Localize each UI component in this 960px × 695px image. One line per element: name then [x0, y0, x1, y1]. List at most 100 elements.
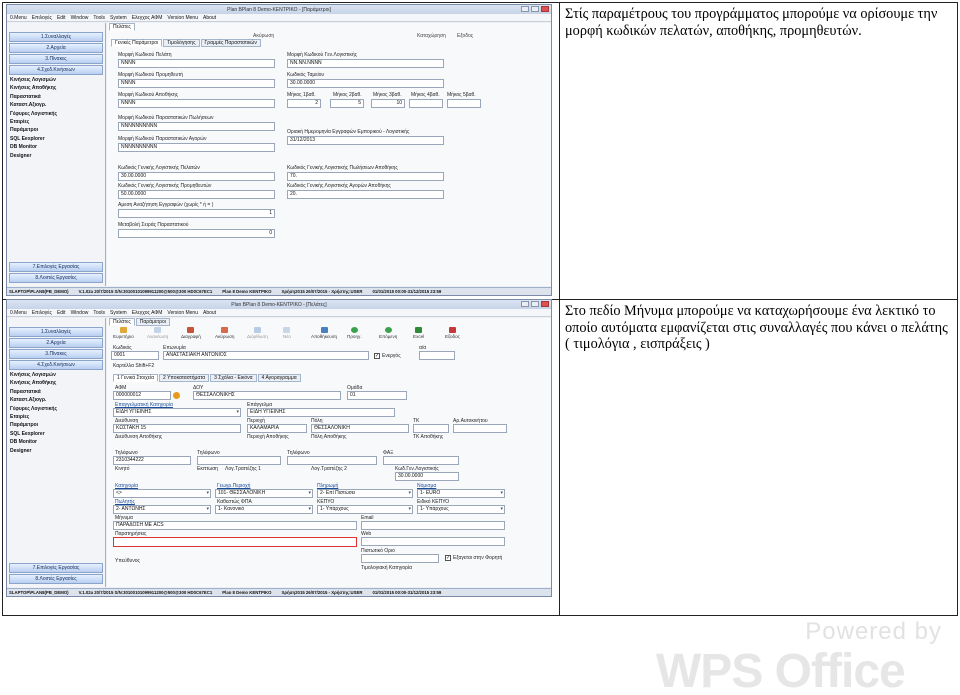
nav-other[interactable]: 8.Λοιπές Εργασίες: [9, 574, 103, 584]
sidebar-item[interactable]: SQL Eexplorer: [7, 135, 105, 143]
payment-select[interactable]: 2- Επί Πιστώσει: [317, 489, 413, 498]
nav-tables[interactable]: 3.Πίνακες: [9, 349, 103, 359]
gl-supplier-field[interactable]: 50.00.0000: [118, 190, 275, 199]
next-button[interactable]: Επόμενη: [379, 327, 397, 339]
gl-code-field[interactable]: 30.00.0000: [395, 472, 459, 481]
sidebar-item[interactable]: Καταστ.Αξιογρ.: [7, 101, 105, 109]
tab-customers[interactable]: Πελάτες: [109, 318, 135, 326]
plate-field[interactable]: [453, 424, 507, 433]
sidebar-item[interactable]: Γέφυρες Λογιστικής: [7, 405, 105, 413]
cancel-button[interactable]: Ακύρωση: [215, 327, 234, 339]
afm-check-icon[interactable]: [173, 392, 180, 399]
tab-doc-lines[interactable]: Γραμμές Παραστατικών: [200, 39, 261, 47]
sidebar-item[interactable]: DB Monitor: [7, 438, 105, 446]
active-checkbox[interactable]: ✓: [374, 353, 380, 359]
sidebar-item[interactable]: Παράμετροι: [7, 421, 105, 429]
maximize-button[interactable]: [531, 6, 539, 12]
doy-field[interactable]: ΘΕΣΣΑΛΟΝΙΚΗΣ: [193, 391, 341, 400]
profession-field[interactable]: ΕΙΔΗ ΥΓΙΕΙΝΗΣ: [247, 408, 395, 417]
nav-transactions[interactable]: 1.Συναλλαγές: [9, 32, 103, 42]
menu-item[interactable]: Version Menu: [167, 15, 198, 21]
excel-button[interactable]: Excel: [413, 327, 424, 339]
code-field[interactable]: 0001: [111, 351, 159, 360]
sidebar-item[interactable]: Κινήσεις Λογισμών: [7, 371, 105, 379]
afm-field[interactable]: 000000012: [113, 391, 171, 400]
currency-select[interactable]: 1- EURO: [417, 489, 505, 498]
menu-item[interactable]: Edit: [57, 310, 66, 316]
index-button[interactable]: Ευρετήριο: [113, 327, 134, 339]
len1-field[interactable]: 2: [287, 99, 321, 108]
purchase-doc-code-format-field[interactable]: NNNNNNNNNN: [118, 143, 275, 152]
supplier-code-format-field[interactable]: NNNN: [118, 79, 275, 88]
menu-item[interactable]: 0.Menu: [10, 310, 27, 316]
sidebar-item[interactable]: Designer: [7, 152, 105, 160]
address-field[interactable]: ΚΩΣΤΑΚΗ 15: [113, 424, 241, 433]
tab-customers[interactable]: Πελάτες: [109, 23, 135, 31]
remarks-field[interactable]: [113, 537, 357, 547]
minimize-button[interactable]: [521, 301, 529, 307]
len5-field[interactable]: [447, 99, 481, 108]
zip-field[interactable]: [413, 424, 449, 433]
nav-movement-design[interactable]: 4.Σχεδ.Κινήσεων: [9, 360, 103, 370]
sidebar-item[interactable]: Κινήσεις Λογισμών: [7, 76, 105, 84]
menu-item[interactable]: Edit: [57, 15, 66, 21]
fax-field[interactable]: [383, 456, 459, 465]
edit-button[interactable]: Διόρθωση: [247, 327, 268, 339]
menu-item[interactable]: Tools: [93, 310, 105, 316]
menu-item[interactable]: System: [110, 310, 127, 316]
nav-options[interactable]: 7.Επιλογές Εργασίας: [9, 563, 103, 573]
geo-area-select[interactable]: 101- ΘΕΣΣΑΛΟΝΙΚΗ: [215, 489, 313, 498]
cash-code-field[interactable]: 30.00.0000: [287, 79, 444, 88]
refresh-button[interactable]: Ανανέωση: [147, 327, 168, 339]
sidebar-item[interactable]: Κινήσεις Αποθήκης: [7, 84, 105, 92]
menu-item[interactable]: Ελεγχος ΑΦΜ: [132, 310, 163, 316]
aa-field[interactable]: [419, 351, 455, 360]
phone2-field[interactable]: [197, 456, 281, 465]
message-field[interactable]: ΠΑΡΑΔΟΣΗ ΜΕ ACS: [113, 521, 357, 530]
menu-item[interactable]: About: [203, 15, 216, 21]
cost-center-select[interactable]: 1- Υπάρχους: [317, 505, 413, 514]
sidebar-item[interactable]: Εταιρίες: [7, 118, 105, 126]
name-field[interactable]: ΑΝΑΣΤΑΣΙΑΚΗ ΑΝΤΩΝΙΟΣ: [163, 351, 369, 360]
sales-doc-code-format-field[interactable]: NNNNNNNNNN: [118, 122, 275, 131]
sidebar-item[interactable]: Παραστατικά: [7, 388, 105, 396]
tab-branches[interactable]: 2 Υποκαταστήματα: [159, 374, 210, 382]
city-field[interactable]: ΘΕΣΣΑΛΟΝΙΚΗ: [311, 424, 409, 433]
category-code-select[interactable]: <>: [113, 489, 211, 498]
menu-item[interactable]: Version Menu: [167, 310, 198, 316]
save-button[interactable]: Αποθήκευση: [311, 327, 337, 339]
menu-item[interactable]: Tools: [93, 15, 105, 21]
gl-customer-field[interactable]: 30.00.0000: [118, 172, 275, 181]
sidebar-item[interactable]: Παραστατικά: [7, 93, 105, 101]
nav-tables[interactable]: 3.Πίνακες: [9, 54, 103, 64]
len3-field[interactable]: 10: [371, 99, 405, 108]
menu-item[interactable]: Window: [71, 310, 89, 316]
sidebar-item[interactable]: Καταστ.Αξιογρ.: [7, 396, 105, 404]
sidebar-item[interactable]: Γέφυρες Λογιστικής: [7, 110, 105, 118]
web-field[interactable]: [361, 537, 505, 546]
minimize-button[interactable]: [521, 6, 529, 12]
sidebar-item[interactable]: Κινήσεις Αποθήκης: [7, 379, 105, 387]
portable-export-checkbox[interactable]: ✓: [445, 555, 451, 561]
menu-item[interactable]: Επιλογές: [32, 310, 52, 316]
tab-comments[interactable]: 3 Σχόλια - Εικόνα: [210, 374, 257, 382]
save-button[interactable]: Καταχώρηση: [417, 33, 446, 39]
customer-code-format-field[interactable]: NNNN: [118, 59, 275, 68]
instant-search-field[interactable]: 1: [118, 209, 275, 218]
gl-purchases-field[interactable]: 20.: [287, 190, 444, 199]
nav-transactions[interactable]: 1.Συναλλαγές: [9, 327, 103, 337]
email-field[interactable]: [361, 521, 505, 530]
special-cost-center-select[interactable]: 1- Υπάρχους: [417, 505, 505, 514]
area-field[interactable]: ΚΑΛΑΜΑΡΙΑ: [247, 424, 307, 433]
menu-item[interactable]: 0.Menu: [10, 15, 27, 21]
close-button[interactable]: [541, 6, 549, 12]
tab-parameters[interactable]: Παράμετροι: [135, 318, 170, 326]
close-button[interactable]: [541, 301, 549, 307]
credit-limit-field[interactable]: [361, 554, 439, 563]
phone3-field[interactable]: [287, 456, 377, 465]
warehouse-code-format-field[interactable]: NNNN: [118, 99, 275, 108]
nav-other[interactable]: 8.Λοιπές Εργασίες: [9, 273, 103, 283]
group-field[interactable]: 01: [347, 391, 407, 400]
len2-field[interactable]: 5: [330, 99, 364, 108]
category-select[interactable]: ΕΙΔΗ ΥΓΙΕΙΝΗΣ: [113, 408, 241, 417]
